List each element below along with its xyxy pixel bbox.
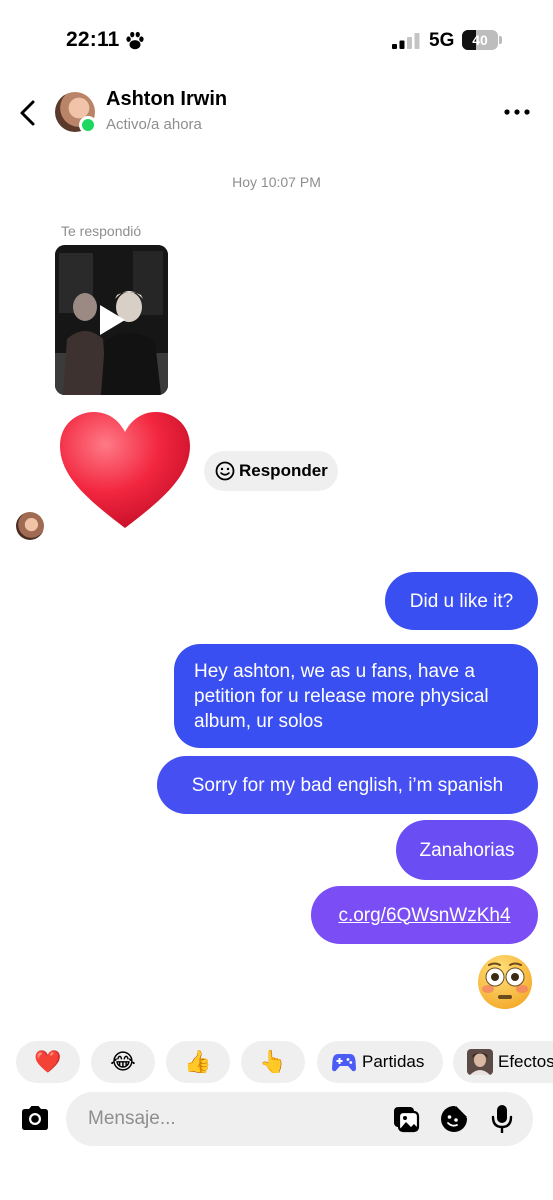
story-video-thumbnail[interactable] <box>55 245 168 395</box>
sent-message[interactable]: Did u like it? <box>385 572 538 630</box>
message-link[interactable]: c.org/6QWsnWzKh4 <box>338 903 510 928</box>
camera-icon[interactable] <box>18 1102 52 1136</box>
pointing-up-emoji: 👆 <box>259 1049 287 1074</box>
thumbs-up-emoji: 👍 <box>184 1049 212 1074</box>
games-chip[interactable]: Partidas <box>317 1041 443 1083</box>
quick-reaction-thumbs-up[interactable]: 👍 <box>166 1041 230 1083</box>
quick-reaction-heart[interactable]: ❤️ <box>16 1041 80 1083</box>
message-composer[interactable] <box>66 1092 533 1146</box>
signal-icon <box>392 33 420 49</box>
heart-emoji: ❤️ <box>34 1049 62 1074</box>
sender-avatar[interactable] <box>16 512 44 540</box>
replied-to-story-label: Te respondió <box>61 223 142 239</box>
sent-message-link[interactable]: c.org/6QWsnWzKh4 <box>311 886 538 944</box>
more-options-icon[interactable] <box>502 104 532 120</box>
message-text: Zanahorias <box>419 839 515 861</box>
message-text: Hey ashton, we as u fans, have a petitio… <box>194 660 489 732</box>
microphone-icon[interactable] <box>490 1104 514 1134</box>
effects-chip-label: Efectos <box>498 1052 553 1071</box>
effects-chip[interactable]: Efectos <box>453 1041 553 1083</box>
message-text: Did u like it? <box>409 590 514 612</box>
message-text: Sorry for my bad english, i’m spanish <box>191 774 504 796</box>
network-type: 5G <box>429 30 455 51</box>
sent-message[interactable]: Sorry for my bad english, i’m spanish <box>157 756 538 814</box>
online-status-dot <box>79 116 97 134</box>
gamepad-icon <box>332 1054 356 1072</box>
laughing-emoji: 😂 <box>110 1049 136 1074</box>
sticker-icon[interactable] <box>440 1105 468 1133</box>
play-icon[interactable] <box>97 303 127 337</box>
gallery-icon[interactable] <box>392 1105 420 1133</box>
battery-indicator: 40 <box>462 30 502 50</box>
flushed-face-emoji[interactable] <box>476 953 534 1011</box>
paw-icon <box>126 31 144 50</box>
message-input[interactable] <box>88 1107 338 1131</box>
games-chip-label: Partidas <box>362 1052 425 1071</box>
contact-name[interactable]: Ashton Irwin <box>106 88 227 111</box>
contact-status: Activo/a ahora <box>106 116 202 133</box>
conversation-timestamp: Hoy 10:07 PM <box>232 174 321 190</box>
reply-button[interactable]: Responder <box>204 451 338 491</box>
reply-button-label: Responder <box>239 461 328 480</box>
battery-cap <box>499 36 502 44</box>
sent-message[interactable]: Zanahorias <box>396 820 538 880</box>
effects-thumbnail <box>467 1049 493 1075</box>
quick-reaction-laughing[interactable]: 😂 <box>91 1041 155 1083</box>
heart-reaction-icon <box>60 412 190 528</box>
status-time: 22:11 <box>66 28 120 51</box>
smiley-icon <box>215 461 235 481</box>
back-icon[interactable] <box>14 96 44 130</box>
battery-level: 40 <box>472 32 488 48</box>
quick-reaction-pointing-up[interactable]: 👆 <box>241 1041 305 1083</box>
sent-message[interactable]: Hey ashton, we as u fans, have a petitio… <box>174 644 538 748</box>
